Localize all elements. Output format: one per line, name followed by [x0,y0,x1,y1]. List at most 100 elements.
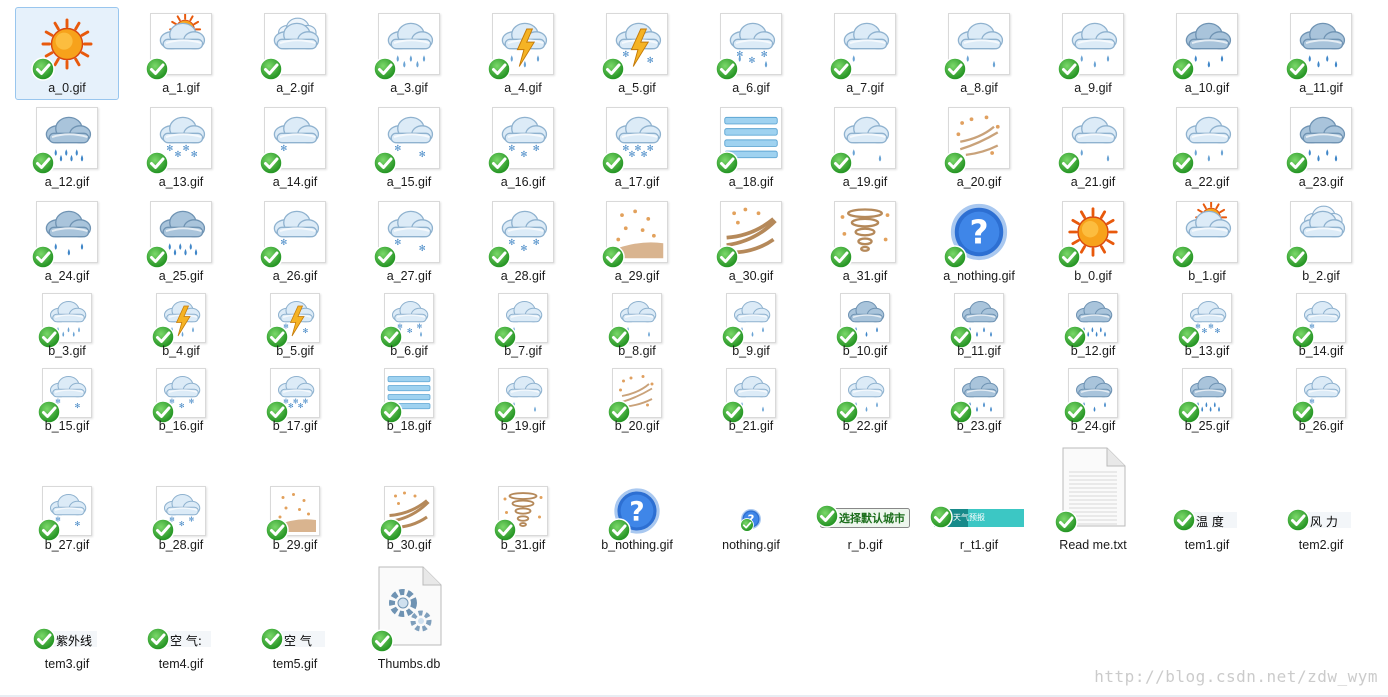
file-item[interactable]: b_9.gif [699,285,803,363]
file-item[interactable]: b_0.gif [1041,195,1145,288]
file-item[interactable]: 空 气: tem4.gif [129,564,233,676]
file-item[interactable]: ✻ ✻ ✻ ✻ b_13.gif [1155,285,1259,363]
file-item[interactable]: a_9.gif [1041,7,1145,100]
sync-check-icon [370,629,394,653]
sync-check-icon [601,151,625,175]
file-name-label: b_25.gif [1184,419,1230,433]
file-item[interactable]: 选择默认城市 r_b.gif [813,445,917,557]
file-item[interactable]: Thumbs.db [357,564,461,676]
file-item[interactable]: 紫外线 tem3.gif [15,564,119,676]
sync-check-icon [259,245,283,269]
sync-check-icon [715,151,739,175]
file-item[interactable]: ✻ ✻ ✻ a_16.gif [471,101,575,194]
file-item[interactable]: ✻ a_26.gif [243,195,347,288]
file-item[interactable]: b_23.gif [927,360,1031,438]
file-item[interactable]: ✻ ✻ b_5.gif [243,285,347,363]
file-item[interactable]: a_31.gif [813,195,917,288]
file-item[interactable]: a_25.gif [129,195,233,288]
file-item[interactable]: a_8.gif [927,7,1031,100]
file-item[interactable]: a_10.gif [1155,7,1259,100]
svg-text:✻: ✻ [407,327,413,335]
file-name-label: b_9.gif [732,344,770,358]
file-item[interactable]: ✻ ✻ a_27.gif [357,195,461,288]
file-item[interactable]: 空 气 tem5.gif [243,564,347,676]
file-item[interactable]: ✻ ✻ a_5.gif [585,7,689,100]
file-item[interactable]: b_4.gif [129,285,233,363]
file-name-label: b_3.gif [48,344,86,358]
svg-text:✻: ✻ [75,402,81,410]
sync-check-icon [373,245,397,269]
file-item[interactable]: ✻ a_14.gif [243,101,347,194]
file-item[interactable]: a_3.gif [357,7,461,100]
icon-caption: 温 度 [1196,515,1224,529]
file-item[interactable]: ✻ ✻ ✻ b_16.gif [129,360,233,438]
file-item[interactable]: b_20.gif [585,360,689,438]
file-item[interactable]: ✻ ✻ ✻ b_28.gif [129,445,233,557]
file-item[interactable]: b_1.gif [1155,195,1259,288]
file-item[interactable]: b_30.gif [357,445,461,557]
file-item[interactable]: b_24.gif [1041,360,1145,438]
file-name-label: Thumbs.db [377,657,441,671]
sync-check-icon [943,245,967,269]
file-item[interactable]: ✻ ✻ ✻ ✻ ✻ a_17.gif [585,101,689,194]
file-item[interactable]: a_24.gif [15,195,119,288]
file-item[interactable]: a_18.gif [699,101,803,194]
file-name-label: b_21.gif [728,419,774,433]
file-item[interactable]: ? b_nothing.gif [585,445,689,557]
file-item[interactable]: ✻ ✻ ✻ a_28.gif [471,195,575,288]
file-item[interactable]: a_1.gif [129,7,233,100]
file-item[interactable]: a_4.gif [471,7,575,100]
file-item[interactable]: Read me.txt [1041,445,1145,557]
file-item[interactable]: ✻ ✻ ✻ ✻ ✻ b_17.gif [243,360,347,438]
file-item[interactable]: a_2.gif [243,7,347,100]
file-item[interactable]: 温 度 tem1.gif [1155,445,1259,557]
sync-check-icon [715,57,739,81]
file-item[interactable]: b_22.gif [813,360,917,438]
file-item[interactable]: ? a_nothing.gif [927,195,1031,288]
file-item[interactable]: b_10.gif [813,285,917,363]
file-item[interactable]: ✻ ✻ ✻ b_6.gif [357,285,461,363]
file-item[interactable]: b_11.gif [927,285,1031,363]
file-item[interactable]: ✻ ✻ a_15.gif [357,101,461,194]
file-item[interactable]: b_3.gif [15,285,119,363]
file-item[interactable]: b_8.gif [585,285,689,363]
file-item[interactable]: ✻ ✻ b_27.gif [15,445,119,557]
file-item[interactable]: ✻ b_14.gif [1269,285,1373,363]
file-item[interactable]: a_20.gif [927,101,1031,194]
file-item[interactable]: ✻ ✻ ✻ ✻ a_13.gif [129,101,233,194]
file-item[interactable]: a_30.gif [699,195,803,288]
file-item[interactable]: a_11.gif [1269,7,1373,100]
file-item[interactable]: ✻ ✻ b_15.gif [15,360,119,438]
file-item[interactable]: b_25.gif [1155,360,1259,438]
file-item[interactable]: b_29.gif [243,445,347,557]
svg-text:✻: ✻ [179,402,185,410]
file-item[interactable]: b_12.gif [1041,285,1145,363]
svg-text:✻: ✻ [419,243,426,253]
file-item[interactable]: a_0.gif [15,7,119,100]
file-item[interactable]: 天气预报 r_t1.gif [927,445,1031,557]
file-item[interactable]: 风 力 tem2.gif [1269,445,1373,557]
file-item[interactable]: a_7.gif [813,7,917,100]
sync-check-icon [1172,508,1196,532]
file-item[interactable]: a_22.gif [1155,101,1259,194]
file-name-label: b_18.gif [386,419,432,433]
file-item[interactable]: ✻ b_26.gif [1269,360,1373,438]
file-name-label: r_t1.gif [959,538,999,552]
file-item[interactable]: ✻ ✻ ✻ a_6.gif [699,7,803,100]
file-item[interactable]: b_7.gif [471,285,575,363]
file-item[interactable]: a_29.gif [585,195,689,288]
svg-text:✻: ✻ [189,398,195,406]
file-name-label: b_4.gif [162,344,200,358]
file-item[interactable]: b_31.gif [471,445,575,557]
file-item[interactable]: b_19.gif [471,360,575,438]
icon-caption: 天气预报 [953,513,985,522]
file-item[interactable]: a_21.gif [1041,101,1145,194]
file-name-label: a_7.gif [846,81,884,95]
file-item[interactable]: ? nothing.gif [699,445,803,557]
file-item[interactable]: b_21.gif [699,360,803,438]
file-item[interactable]: a_23.gif [1269,101,1373,194]
file-item[interactable]: b_18.gif [357,360,461,438]
file-item[interactable]: a_19.gif [813,101,917,194]
file-item[interactable]: a_12.gif [15,101,119,194]
file-item[interactable]: b_2.gif [1269,195,1373,288]
